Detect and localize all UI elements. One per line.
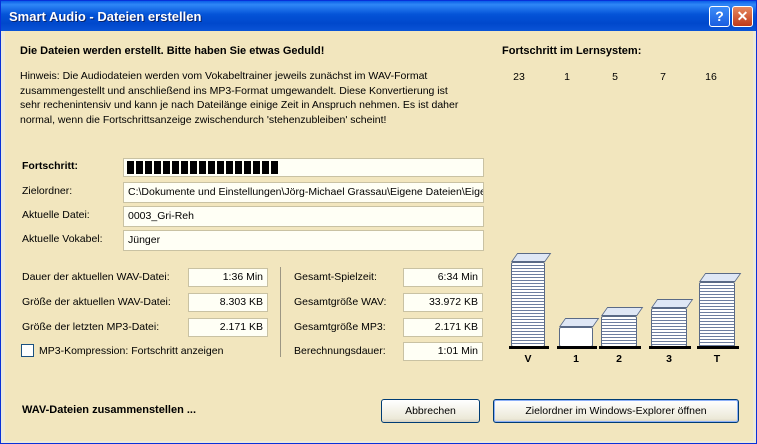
stack-base [509, 346, 549, 349]
help-button[interactable]: ? [709, 6, 730, 27]
box-count-t: 16 [705, 71, 717, 83]
current-vocab-label: Aktuelle Vokabel: [22, 233, 103, 245]
stack-v-top [511, 253, 552, 262]
target-folder-field[interactable]: C:\Dokumente und Einstellungen\Jörg-Mich… [123, 182, 484, 203]
title-bar[interactable]: Smart Audio - Dateien erstellen ? ✕ [1, 1, 756, 31]
stack-3-top [651, 299, 694, 308]
progress-segment [172, 161, 179, 174]
current-file-field[interactable]: 0003_Gri-Reh [123, 206, 484, 227]
progress-segment [181, 161, 188, 174]
hint-line: Hinweis: Die Audiodateien werden vom Vok… [20, 70, 428, 82]
progress-segment [136, 161, 143, 174]
card-stack-v [511, 262, 545, 347]
card-stack-3 [651, 308, 687, 347]
progress-segment [235, 161, 242, 174]
stack-base [599, 346, 641, 349]
stat-label: Dauer der aktuellen WAV-Datei: [22, 271, 170, 283]
card-stack-t [699, 282, 735, 347]
hint-line: normal, wenn die Fortschrittsanzeige zwi… [20, 113, 387, 126]
box-count-1: 1 [564, 71, 570, 83]
stat-label: Gesamtgröße WAV: [294, 296, 387, 308]
dialog-window: Smart Audio - Dateien erstellen ? ✕ Die … [0, 0, 757, 444]
progress-segment [145, 161, 152, 174]
stat-value: 1:01 Min [403, 342, 483, 361]
hint-line: zusammengestellt und anschließend ins MP… [20, 84, 448, 97]
learning-system-title: Fortschritt im Lernsystem: [502, 45, 642, 57]
stat-value: 8.303 KB [188, 293, 268, 312]
close-button[interactable]: ✕ [732, 6, 753, 27]
box-label-3: 3 [666, 353, 672, 365]
window-title: Smart Audio - Dateien erstellen [9, 9, 202, 24]
stack-base [557, 346, 597, 349]
stat-value: 6:34 Min [403, 268, 483, 287]
open-folder-button[interactable]: Zielordner im Windows-Explorer öffnen [493, 399, 739, 423]
progress-segment [199, 161, 206, 174]
box-count-2: 5 [612, 71, 618, 83]
box-count-v: 23 [513, 71, 525, 83]
stat-value: 2.171 KB [403, 318, 483, 337]
box-count-3: 7 [660, 71, 666, 83]
progress-label: Fortschritt: [22, 160, 78, 172]
hint-text: Hinweis: Die Audiodateien werden vom Vok… [20, 69, 458, 127]
progress-segment [163, 161, 170, 174]
mp3-progress-checkbox-label[interactable]: MP3-Kompression: Fortschritt anzeigen [39, 345, 223, 357]
box-label-1: 1 [573, 353, 579, 365]
stack-base [649, 346, 691, 349]
progress-segment [127, 161, 134, 174]
progress-segment [244, 161, 251, 174]
stat-label: Gesamtgröße MP3: [294, 321, 386, 333]
progress-segment [154, 161, 161, 174]
stack-t-top [699, 273, 742, 282]
stats-divider [280, 267, 281, 357]
stat-label: Größe der aktuellen WAV-Datei: [22, 296, 171, 308]
progress-bar [123, 158, 484, 177]
current-vocab-field[interactable]: Jünger [123, 230, 484, 251]
dialog-client-area: Die Dateien werden erstellt. Bitte haben… [5, 31, 753, 441]
stack-base [697, 346, 739, 349]
box-label-2: 2 [616, 353, 622, 365]
progress-segment [271, 161, 278, 174]
stat-label: Größe der letzten MP3-Datei: [22, 321, 160, 333]
hint-line: sehr rechenintensiv und kann je nach Dat… [20, 99, 459, 111]
heading-text: Die Dateien werden erstellt. Bitte haben… [20, 45, 325, 57]
target-folder-label: Zielordner: [22, 185, 73, 197]
progress-segment [208, 161, 215, 174]
stat-value: 2.171 KB [188, 318, 268, 337]
stat-value: 33.972 KB [403, 293, 483, 312]
progress-segment [217, 161, 224, 174]
stat-label: Gesamt-Spielzeit: [294, 271, 377, 283]
status-text: WAV-Dateien zusammenstellen ... [22, 404, 197, 416]
current-file-label: Aktuelle Datei: [22, 209, 90, 221]
box-label-t: T [713, 353, 721, 365]
stat-value: 1:36 Min [188, 268, 268, 287]
progress-segment [253, 161, 260, 174]
stack-1-top [559, 318, 600, 327]
stack-2-top [601, 307, 644, 316]
mp3-progress-checkbox[interactable] [21, 344, 34, 357]
card-stack-2 [601, 316, 637, 347]
progress-segment [190, 161, 197, 174]
box-label-v: V [524, 353, 532, 365]
progress-segment [262, 161, 269, 174]
card-stack-1 [559, 327, 593, 347]
cancel-button[interactable]: Abbrechen [381, 399, 480, 423]
stat-label: Berechnungsdauer: [294, 345, 386, 357]
progress-segment [226, 161, 233, 174]
